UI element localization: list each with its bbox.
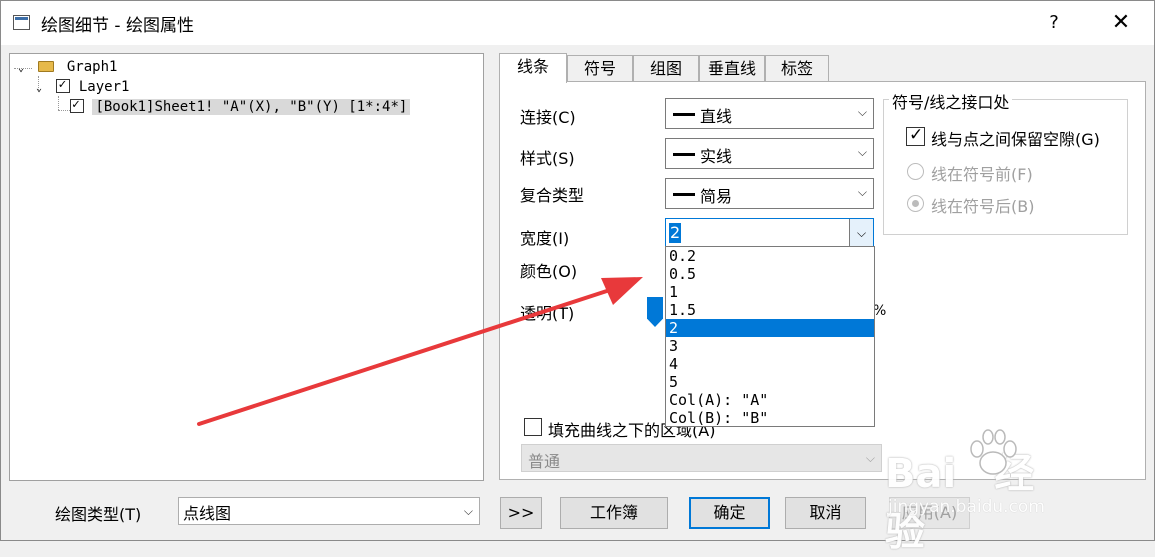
cancel-button[interactable]: 取消: [785, 497, 866, 529]
plot-checkbox[interactable]: [70, 97, 84, 113]
title-bar: 绘图细节 - 绘图属性 ? ✕: [1, 1, 1154, 45]
chevron-down-icon: ⌵: [857, 105, 867, 119]
width-option[interactable]: 1: [666, 283, 874, 301]
width-select[interactable]: 2 ⌵: [665, 218, 874, 249]
folder-icon: [38, 61, 55, 72]
window-app-icon: [13, 15, 30, 30]
width-option-selected[interactable]: 2: [666, 319, 874, 337]
dialog-window: 绘图细节 - 绘图属性 ? ✕ ⌄ Graph1 ⌄ Layer1 [Book1…: [0, 0, 1155, 555]
style-select[interactable]: 实线 ⌵: [665, 138, 874, 169]
transparency-label: 透明(T): [520, 304, 575, 323]
color-label: 颜色(O): [520, 262, 578, 281]
ok-button[interactable]: 确定: [689, 497, 770, 529]
width-value[interactable]: 2: [669, 223, 682, 243]
line-swatch-icon: [673, 193, 695, 196]
plot-type-select[interactable]: 点线图 ⌵: [178, 497, 480, 525]
width-option[interactable]: Col(A): "A": [666, 391, 874, 409]
plot-type-value: 点线图: [183, 504, 232, 523]
close-button[interactable]: ✕: [1107, 9, 1135, 37]
tab-symbol[interactable]: 符号: [567, 55, 633, 82]
chevron-down-icon[interactable]: ⌵: [849, 219, 873, 248]
baidu-watermark: Bai 经验 jingyan.baidu.com: [885, 429, 1045, 555]
compound-select[interactable]: 简易 ⌵: [665, 178, 874, 209]
style-value: 实线: [700, 147, 733, 166]
collapse-icon[interactable]: ⌄: [18, 63, 30, 74]
tree-item-label: Layer1: [78, 79, 130, 95]
connect-label: 连接(C): [520, 108, 576, 127]
line-after-symbol-label: 线在符号后(B): [931, 197, 1035, 216]
fill-mode-value: 普通: [528, 452, 561, 471]
expand-button[interactable]: >>: [500, 497, 542, 529]
gap-checkbox-label[interactable]: 线与点之间保留空隙(G): [931, 126, 1100, 150]
line-before-symbol-label: 线在符号前(F): [931, 165, 1033, 184]
width-option[interactable]: 4: [666, 355, 874, 373]
paw-icon: [970, 429, 1017, 475]
fill-area-checkbox[interactable]: [524, 418, 542, 436]
width-option[interactable]: 0.2: [666, 247, 874, 265]
plot-tree[interactable]: ⌄ Graph1 ⌄ Layer1 [Book1]Sheet1! "A"(X),…: [9, 53, 484, 481]
compound-label: 复合类型: [520, 186, 585, 205]
tree-item-plot[interactable]: [Book1]Sheet1! "A"(X), "B"(Y) [1*:4*]: [70, 97, 411, 115]
gap-checkbox[interactable]: [906, 125, 925, 146]
tab-line[interactable]: 线条: [499, 53, 567, 83]
chevron-down-icon: ⌵: [857, 145, 867, 159]
tab-labels[interactable]: 标签: [765, 55, 829, 82]
width-dropdown-list[interactable]: 0.2 0.5 1 1.5 2 3 4 5 Col(A): "A" Col(B)…: [665, 246, 875, 427]
connect-select[interactable]: 直线 ⌵: [665, 98, 874, 129]
tree-connector: [58, 96, 59, 110]
chevron-down-icon: ⌵: [865, 451, 875, 465]
width-option[interactable]: 5: [666, 373, 874, 391]
width-option[interactable]: 1.5: [666, 301, 874, 319]
tree-connector: [58, 110, 70, 111]
line-swatch-icon: [673, 153, 695, 156]
style-label: 样式(S): [520, 149, 575, 168]
workbook-button[interactable]: 工作簿: [560, 497, 668, 529]
line-before-symbol-radio[interactable]: [907, 163, 924, 180]
watermark-site: jingyan.baidu.com: [888, 497, 1045, 517]
tree-item-label: Graph1: [66, 59, 118, 75]
tree-item-layer[interactable]: ⌄ Layer1: [36, 77, 130, 95]
tab-group[interactable]: 组图: [633, 55, 699, 82]
help-button[interactable]: ?: [1041, 9, 1067, 37]
chevron-down-icon: ⌵: [463, 504, 473, 518]
tab-drop-lines[interactable]: 垂直线: [699, 55, 765, 82]
connect-value: 直线: [700, 107, 733, 126]
gap-group-title: 符号/线之接口处: [889, 89, 1013, 113]
tree-item-label: [Book1]Sheet1! "A"(X), "B"(Y) [1*:4*]: [92, 99, 411, 115]
width-option[interactable]: Col(B): "B": [666, 409, 874, 427]
line-swatch-icon: [673, 113, 695, 116]
chevron-down-icon: ⌵: [857, 185, 867, 199]
window-title: 绘图细节 - 绘图属性: [41, 16, 194, 36]
width-option[interactable]: 3: [666, 337, 874, 355]
fill-mode-select: 普通 ⌵: [521, 444, 882, 472]
collapse-icon[interactable]: ⌄: [36, 83, 48, 94]
tree-item-graph[interactable]: ⌄ Graph1: [18, 59, 117, 75]
plot-type-label: 绘图类型(T): [55, 505, 142, 524]
compound-value: 简易: [700, 187, 733, 206]
line-after-symbol-radio[interactable]: [907, 195, 924, 212]
width-label: 宽度(I): [520, 229, 570, 248]
layer-checkbox[interactable]: [56, 77, 71, 93]
width-option[interactable]: 0.5: [666, 265, 874, 283]
